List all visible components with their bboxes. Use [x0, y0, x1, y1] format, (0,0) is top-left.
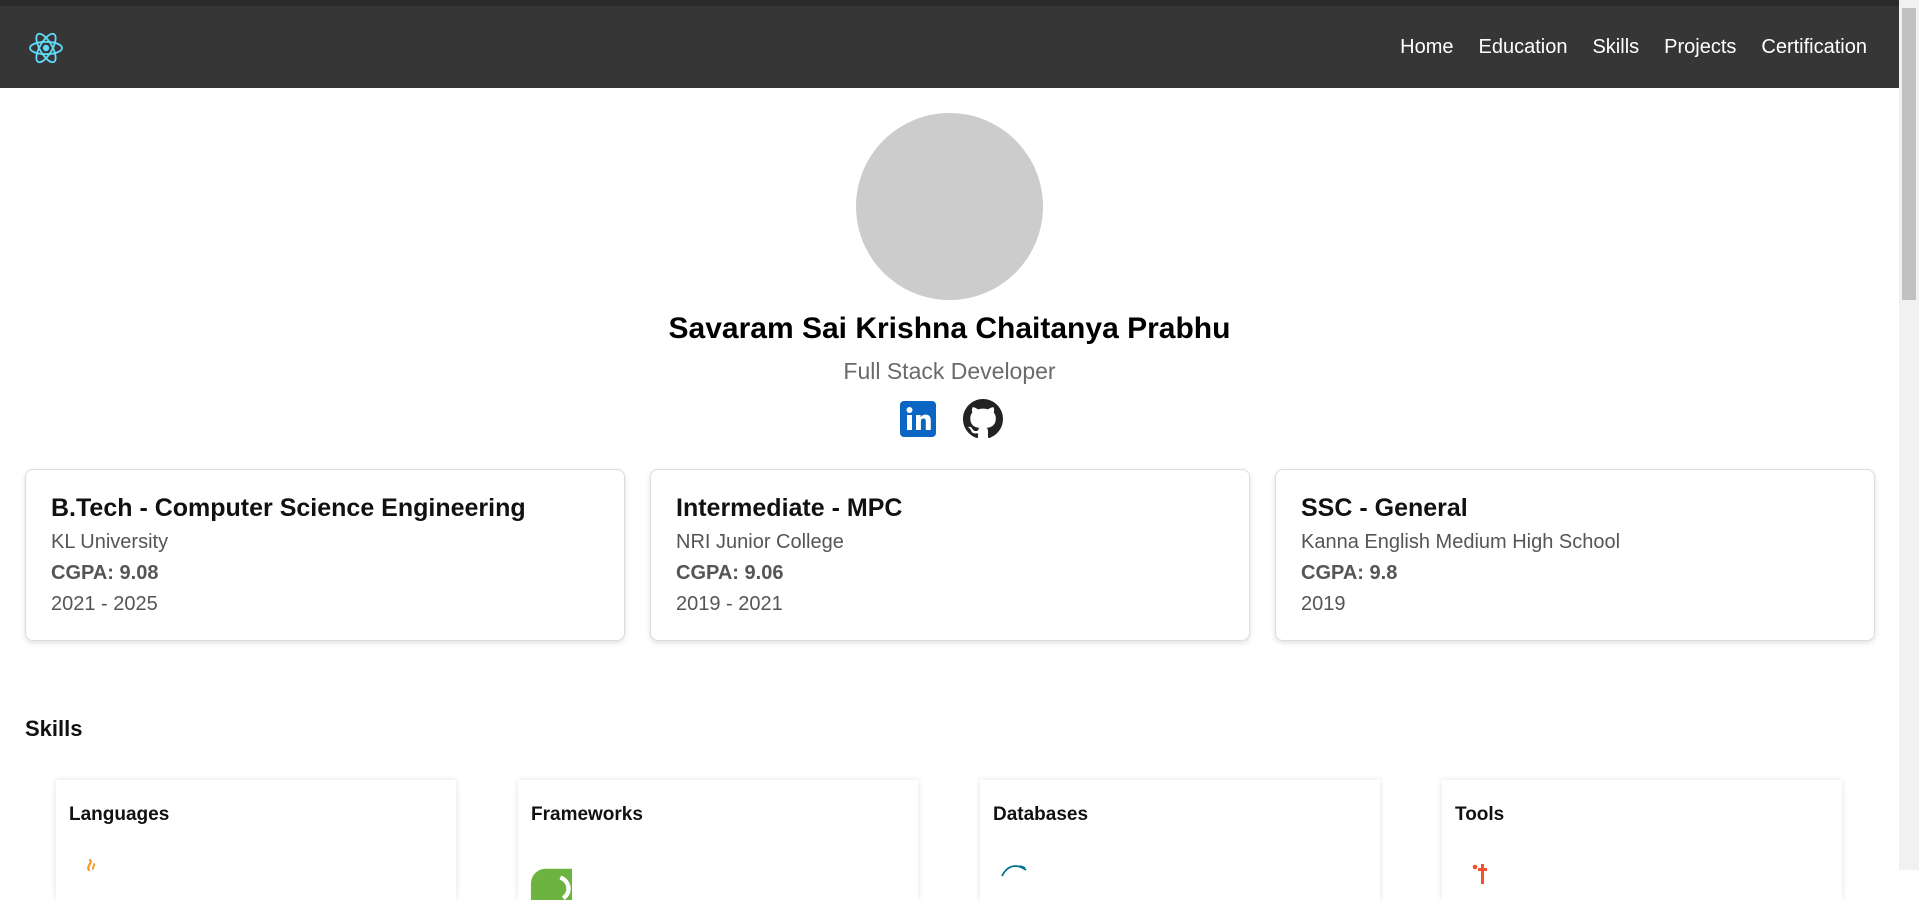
- page-scrollbar[interactable]: [1899, 0, 1919, 870]
- education-cgpa: CGPA: 9.06: [676, 562, 784, 584]
- education-years: 2019: [1301, 593, 1346, 615]
- skill-card-tools: Tools: [1442, 780, 1842, 900]
- education-cgpa: CGPA: 9.08: [51, 562, 159, 584]
- github-icon[interactable]: [963, 399, 1003, 439]
- education-card: Intermediate - MPC NRI Junior College CG…: [650, 469, 1250, 641]
- education-school: KL University: [51, 531, 169, 553]
- education-card: B.Tech - Computer Science Engineering KL…: [25, 469, 625, 641]
- education-years: 2021 - 2025: [51, 593, 158, 615]
- education-cgpa: CGPA: 9.8: [1301, 562, 1398, 584]
- profile-name: Savaram Sai Krishna Chaitanya Prabhu: [668, 312, 1231, 345]
- java-icon: [87, 858, 96, 872]
- skill-card-languages: Languages: [56, 780, 456, 900]
- skill-category-title: Tools: [1455, 804, 1505, 825]
- skills-section: Languages Frameworks Databases Tools: [56, 780, 1843, 900]
- education-degree: Intermediate - MPC: [676, 494, 903, 522]
- mysql-icon: [1001, 865, 1027, 877]
- education-card: SSC - General Kanna English Medium High …: [1275, 469, 1875, 641]
- education-degree: SSC - General: [1301, 494, 1468, 522]
- react-atom-icon[interactable]: [28, 30, 64, 66]
- nav-link-certification[interactable]: Certification: [1761, 36, 1867, 59]
- education-section: B.Tech - Computer Science Engineering KL…: [25, 469, 1875, 641]
- education-degree: B.Tech - Computer Science Engineering: [51, 494, 526, 522]
- skill-card-databases: Databases: [980, 780, 1380, 900]
- spring-icon: [530, 868, 572, 900]
- skill-category-title: Frameworks: [531, 804, 643, 825]
- nav-link-education[interactable]: Education: [1479, 36, 1568, 59]
- nav-link-projects[interactable]: Projects: [1664, 36, 1736, 59]
- scrollbar-thumb[interactable]: [1902, 8, 1916, 300]
- skill-card-frameworks: Frameworks: [518, 780, 918, 900]
- nav-link-home[interactable]: Home: [1400, 36, 1453, 59]
- education-school: Kanna English Medium High School: [1301, 531, 1621, 553]
- profile-avatar: [856, 113, 1043, 300]
- skill-category-title: Databases: [993, 804, 1089, 825]
- education-years: 2019 - 2021: [676, 593, 783, 615]
- profile-role: Full Stack Developer: [843, 358, 1056, 384]
- linkedin-icon[interactable]: [898, 399, 938, 439]
- social-links: [898, 399, 1003, 439]
- skill-category-title: Languages: [69, 804, 170, 825]
- git-icon: [1472, 864, 1487, 884]
- nav-link-skills[interactable]: Skills: [1592, 36, 1639, 59]
- navbar: Home Education Skills Projects Certifica…: [0, 6, 1899, 88]
- education-school: NRI Junior College: [676, 531, 844, 553]
- nav-links: Home Education Skills Projects Certifica…: [1400, 6, 1867, 88]
- skills-heading: Skills: [25, 716, 83, 741]
